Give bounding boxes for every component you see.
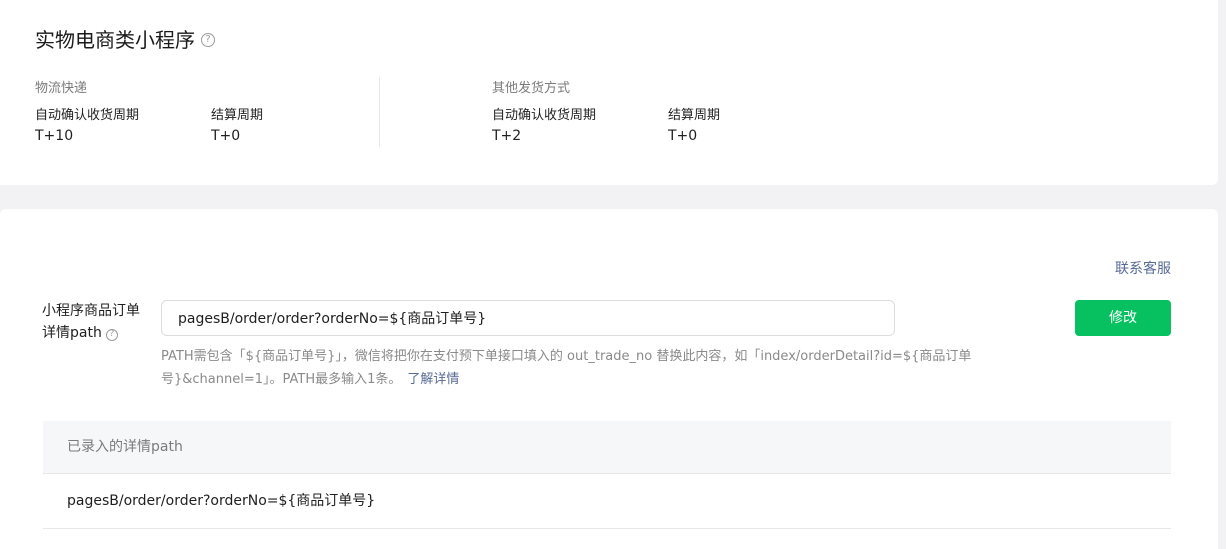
- table-row: pagesB/order/order?orderNo=${商品订单号}: [43, 474, 1171, 529]
- logistics-settlement: 结算周期 T+0: [211, 107, 263, 146]
- order-path-hint: PATH需包含「${商品订单号}」，微信将把你在支付预下单接口填入的 out_t…: [161, 345, 1041, 391]
- auto-confirm-label: 自动确认收货周期: [492, 108, 597, 123]
- settlement-value: T+0: [668, 128, 698, 144]
- auto-confirm-value: T+2: [492, 128, 522, 144]
- auto-confirm-value: T+10: [35, 128, 74, 144]
- other-shipping-title: 其他发货方式: [492, 81, 571, 96]
- other-settlement: 结算周期 T+0: [668, 107, 720, 146]
- logistics-title: 物流快递: [35, 81, 88, 96]
- contact-support-link[interactable]: 联系客服: [1115, 259, 1171, 279]
- order-path-input[interactable]: [161, 300, 895, 336]
- order-path-label-text: 小程序商品订单详情path: [42, 303, 140, 341]
- help-icon[interactable]: ?: [105, 328, 118, 341]
- other-auto-confirm: 自动确认收货周期 T+2: [492, 107, 596, 146]
- auto-confirm-label: 自动确认收货周期: [35, 108, 140, 123]
- page-title-text: 实物电商类小程序: [35, 28, 195, 52]
- divider: [379, 77, 380, 147]
- other-shipping-block: 其他发货方式 自动确认收货周期 T+2 结算周期 T+0: [492, 80, 720, 144]
- settlement-info-card: 实物电商类小程序 ? 物流快递 自动确认收货周期 T+10 结算周期 T+0 其…: [0, 0, 1218, 185]
- settlement-label: 结算周期: [211, 108, 264, 123]
- logistics-auto-confirm: 自动确认收货周期 T+10: [35, 107, 139, 146]
- hint-text: PATH需包含「${商品订单号}」，微信将把你在支付预下单接口填入的 out_t…: [161, 349, 972, 387]
- order-path-form: 小程序商品订单详情path? 修改 PATH需包含「${商品订单号}」，微信将把…: [42, 291, 1172, 389]
- help-icon[interactable]: ?: [201, 33, 215, 47]
- learn-more-link[interactable]: 了解详情: [407, 372, 459, 387]
- recorded-paths-table: 已录入的详情path pagesB/order/order?orderNo=${…: [43, 421, 1171, 529]
- settlement-label: 结算周期: [668, 108, 721, 123]
- edit-button[interactable]: 修改: [1075, 300, 1171, 336]
- logistics-block: 物流快递 自动确认收货周期 T+10 结算周期 T+0: [35, 80, 263, 144]
- settlement-value: T+0: [211, 128, 241, 144]
- order-path-label: 小程序商品订单详情path?: [42, 300, 152, 344]
- table-header: 已录入的详情path: [43, 421, 1171, 474]
- page-title: 实物电商类小程序 ?: [35, 26, 215, 54]
- order-path-card: 联系客服 小程序商品订单详情path? 修改 PATH需包含「${商品订单号}」…: [0, 209, 1218, 549]
